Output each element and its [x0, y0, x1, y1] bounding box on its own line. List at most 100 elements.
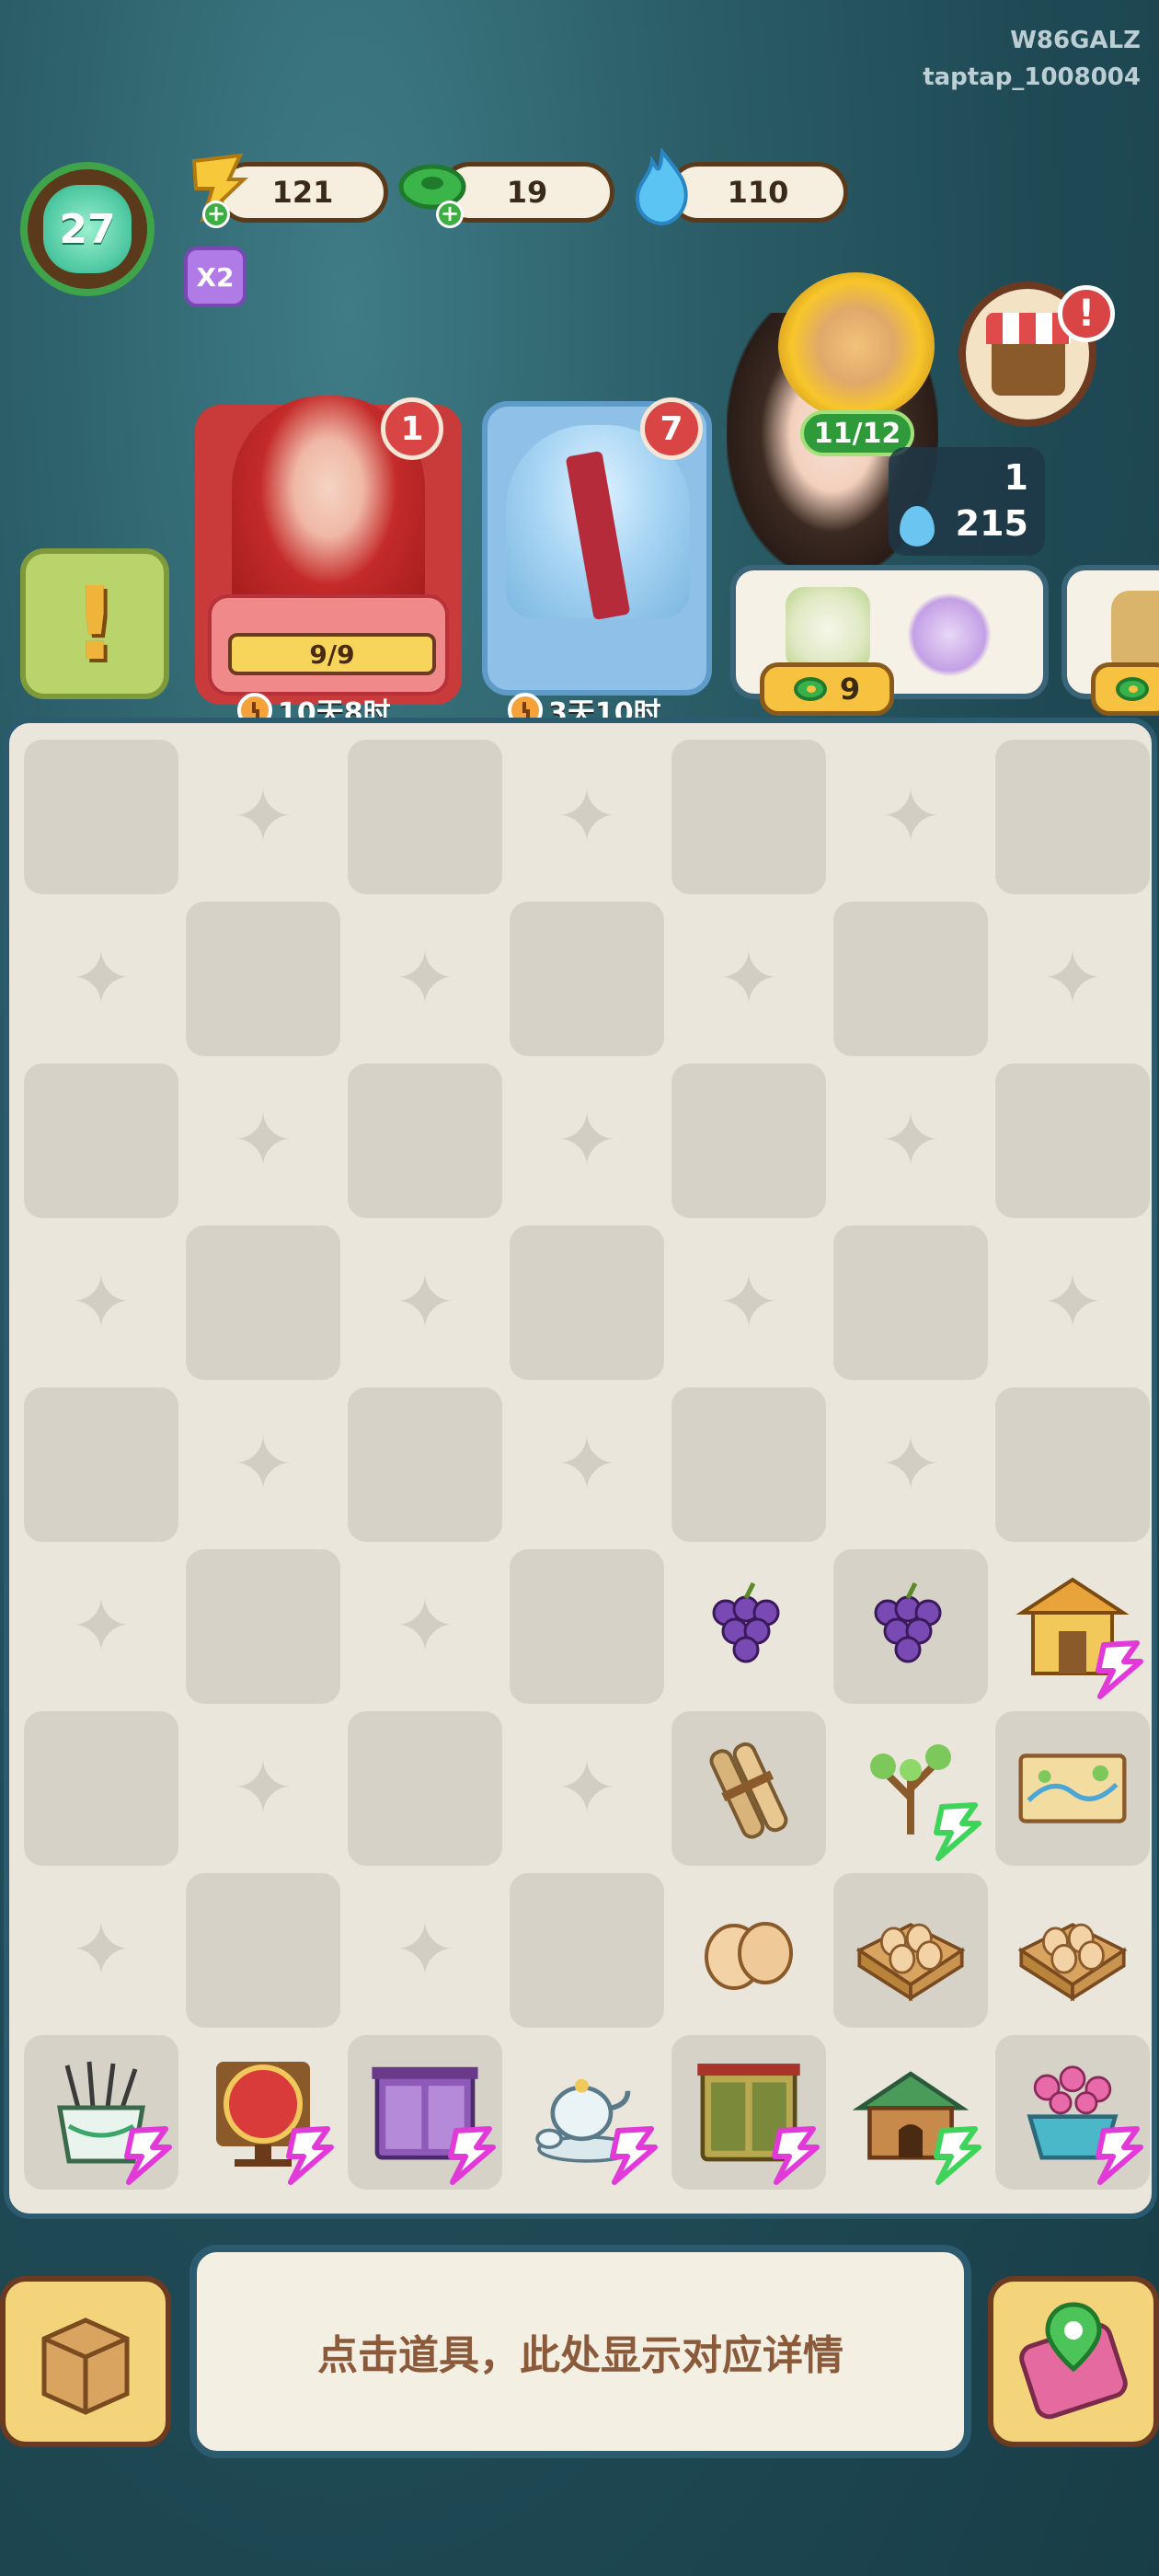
shop-alert-badge: ! — [1058, 285, 1115, 342]
board-cell[interactable]: ✦ — [20, 898, 182, 1060]
board-cell[interactable] — [182, 1222, 344, 1384]
board-cell[interactable] — [992, 1384, 1152, 1546]
board-cell[interactable] — [182, 1869, 344, 2031]
energy-value: 121 — [271, 175, 334, 210]
board-cell[interactable]: ✦ — [506, 1384, 668, 1546]
board-cell[interactable] — [992, 1546, 1152, 1708]
painting-scroll-icon[interactable] — [1013, 1729, 1132, 1848]
board-cell[interactable] — [344, 2031, 506, 2193]
player-level-badge[interactable]: 27 — [20, 162, 155, 296]
sparkle-icon: ✦ — [556, 1421, 618, 1507]
board-cell[interactable] — [344, 1384, 506, 1546]
map-button[interactable] — [988, 2276, 1159, 2447]
board-cell[interactable] — [830, 1869, 992, 2031]
board-cell[interactable]: ✦ — [182, 1708, 344, 1869]
board-cell[interactable]: ✦ — [830, 1060, 992, 1222]
board-cell[interactable] — [20, 1708, 182, 1869]
board-cell[interactable]: ✦ — [506, 736, 668, 898]
board-cell[interactable] — [668, 1060, 830, 1222]
double-boost-button[interactable]: X2 — [184, 247, 247, 307]
event-badge: 1 — [381, 397, 443, 460]
board-grid: ✦ ✦ ✦ ✦ ✦ ✦ ✦ ✦ ✦ ✦ ✦ ✦ ✦ ✦ ✦ ✦ ✦ ✦ ✦ ✦ ✦ ✦ ✦ — [20, 736, 1152, 2193]
energy-icon[interactable]: + — [180, 147, 254, 228]
board-cell[interactable] — [506, 1546, 668, 1708]
board-cell[interactable]: ✦ — [506, 1060, 668, 1222]
board-cell[interactable]: ✦ — [20, 1546, 182, 1708]
board-cell[interactable] — [830, 1546, 992, 1708]
sparkle-icon: ✦ — [70, 936, 132, 1021]
jade-icon[interactable]: + — [396, 147, 469, 228]
shop-stall-icon — [992, 344, 1065, 396]
cell-tile — [510, 1549, 664, 1704]
quest-button[interactable]: ! — [20, 548, 169, 699]
board-cell[interactable] — [344, 736, 506, 898]
grapes-icon[interactable] — [851, 1567, 970, 1686]
board-cell[interactable]: ✦ — [344, 1546, 506, 1708]
add-jade-icon[interactable]: + — [436, 201, 464, 228]
board-cell[interactable] — [182, 2031, 344, 2193]
board-cell[interactable] — [668, 736, 830, 898]
board-cell[interactable]: ✦ — [830, 736, 992, 898]
lightning-bolt-icon — [120, 2125, 175, 2186]
board-cell[interactable] — [20, 1060, 182, 1222]
board-cell[interactable] — [506, 1869, 668, 2031]
board-cell[interactable] — [830, 1708, 992, 1869]
board-cell[interactable] — [668, 1708, 830, 1869]
board-cell[interactable] — [992, 1060, 1152, 1222]
board-cell[interactable] — [830, 1222, 992, 1384]
add-energy-icon[interactable]: + — [202, 201, 230, 228]
storage-box-button[interactable] — [0, 2276, 171, 2447]
board-cell[interactable] — [992, 1869, 1152, 2031]
board-cell[interactable] — [506, 1222, 668, 1384]
board-cell[interactable] — [344, 1708, 506, 1869]
board-cell[interactable] — [668, 1869, 830, 2031]
board-cell[interactable]: ✦ — [344, 1869, 506, 2031]
board-cell[interactable]: ✦ — [992, 1222, 1152, 1384]
board-cell[interactable] — [506, 898, 668, 1060]
board-cell[interactable] — [830, 898, 992, 1060]
board-cell[interactable] — [182, 1546, 344, 1708]
board-cell[interactable] — [182, 898, 344, 1060]
egg-crate-icon[interactable] — [1013, 1891, 1132, 2010]
board-cell[interactable]: ✦ — [830, 1384, 992, 1546]
cell-tile — [510, 1225, 664, 1380]
sparkle-icon: ✦ — [879, 1421, 942, 1507]
board-cell[interactable] — [668, 2031, 830, 2193]
cell-tile — [671, 1064, 826, 1218]
board-cell[interactable]: ✦ — [992, 898, 1152, 1060]
board-cell[interactable]: ✦ — [506, 1708, 668, 1869]
grapes-icon[interactable] — [689, 1567, 809, 1686]
cell-tile — [186, 902, 340, 1056]
scroll-bundle-icon[interactable] — [689, 1729, 809, 1848]
board-cell[interactable] — [20, 1384, 182, 1546]
board-cell[interactable]: ✦ — [344, 898, 506, 1060]
board-cell[interactable] — [992, 736, 1152, 898]
egg-crate-icon[interactable] — [851, 1891, 970, 2010]
board-cell[interactable]: ✦ — [182, 1384, 344, 1546]
board-cell[interactable] — [668, 1546, 830, 1708]
board-cell[interactable] — [20, 736, 182, 898]
board-cell[interactable]: ✦ — [668, 898, 830, 1060]
board-cell[interactable] — [506, 2031, 668, 2193]
eggs-icon[interactable] — [689, 1891, 809, 2010]
cell-tile — [995, 1064, 1150, 1218]
board-cell[interactable]: ✦ — [182, 736, 344, 898]
sparkle-icon: ✦ — [232, 1745, 294, 1831]
event-progress-panel: 9/9 — [208, 594, 449, 696]
cell-tile — [671, 1387, 826, 1542]
cell-tile — [510, 902, 664, 1056]
board-cell[interactable] — [344, 1060, 506, 1222]
item-info-text: 点击道具，此处显示对应详情 — [317, 2332, 843, 2379]
board-cell[interactable]: ✦ — [344, 1222, 506, 1384]
board-cell[interactable] — [668, 1384, 830, 1546]
board-cell[interactable]: ✦ — [668, 1222, 830, 1384]
board-cell[interactable] — [20, 2031, 182, 2193]
board-cell[interactable] — [830, 2031, 992, 2193]
board-cell[interactable] — [992, 2031, 1152, 2193]
board-cell[interactable]: ✦ — [20, 1869, 182, 2031]
board-cell[interactable]: ✦ — [182, 1060, 344, 1222]
shop-alert-text: ! — [1077, 293, 1096, 335]
board-cell[interactable]: ✦ — [20, 1222, 182, 1384]
board-cell[interactable] — [992, 1708, 1152, 1869]
sparkle-icon: ✦ — [556, 774, 618, 859]
